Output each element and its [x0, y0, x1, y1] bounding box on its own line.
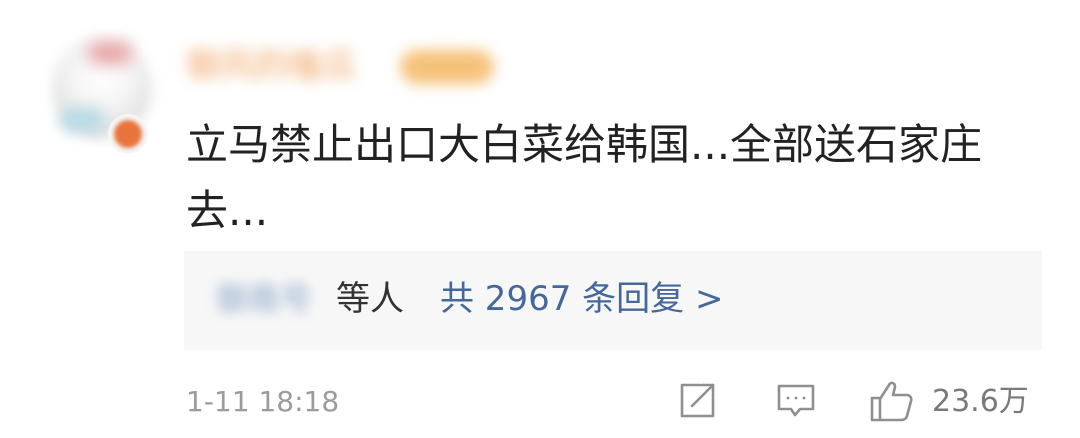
- verified-badge-dot: [114, 120, 142, 148]
- avatar-detail: [88, 42, 132, 64]
- like-count: 23.6万: [932, 384, 1029, 419]
- avatar-detail: [60, 108, 104, 132]
- reply-others-label: 等人: [336, 279, 404, 319]
- view-replies-link[interactable]: 共 2967 条回复 >: [440, 277, 723, 321]
- reply-preview[interactable]: 御南号 等人 共 2967 条回复 >: [184, 251, 1042, 350]
- username[interactable]: 御风的嗑瓜: [186, 44, 356, 88]
- share-icon[interactable]: [676, 378, 720, 426]
- like-icon[interactable]: [868, 378, 916, 428]
- verified-badge: [108, 114, 148, 154]
- comment-text: 立马禁止出口大白菜给韩国...全部送石家庄去...: [186, 120, 983, 235]
- user-level-badge: [400, 50, 494, 84]
- comment-timestamp: 1-11 18:18: [186, 385, 340, 418]
- reply-usernames[interactable]: 御南号: [216, 277, 334, 321]
- comment-icon[interactable]: [774, 378, 818, 426]
